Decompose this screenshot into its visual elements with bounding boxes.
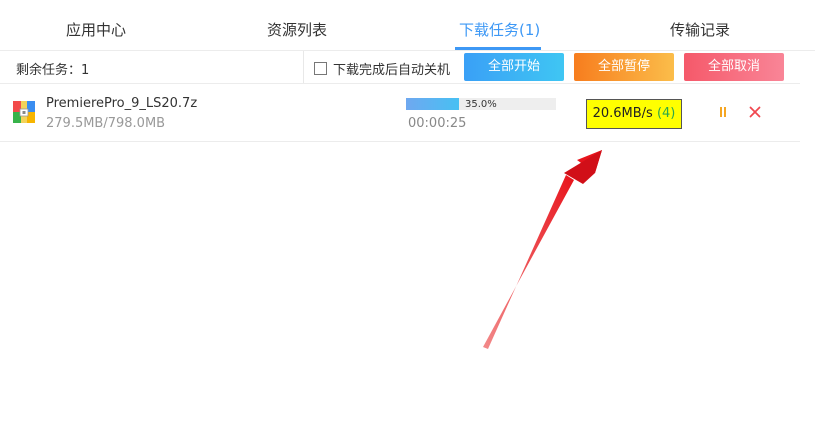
active-tab-indicator: [455, 47, 541, 50]
file-name: PremierePro_9_LS20.7z: [46, 96, 198, 111]
file-size: 279.5MB/798.0MB: [46, 116, 166, 131]
connection-count: (4): [656, 106, 676, 121]
toolbar-divider: [303, 51, 304, 83]
progress-bar-fill: [406, 98, 459, 110]
download-manager-window: 应用中心 资源列表 下载任务(1) 传输记录 剩余任务：1 下载完成后自动关机 …: [0, 0, 815, 424]
tab-bar: 应用中心 资源列表 下载任务(1) 传输记录: [0, 0, 815, 51]
remaining-tasks-label: 剩余任务：1: [16, 63, 90, 78]
task-toolbar: 剩余任务：1 下载完成后自动关机 全部开始 全部暂停 全部取消: [0, 51, 800, 84]
archive-file-icon: [13, 101, 35, 123]
elapsed-time: 00:00:25: [408, 116, 467, 131]
tab-app-center[interactable]: 应用中心: [66, 0, 126, 50]
close-icon[interactable]: [749, 106, 761, 118]
tab-download-tasks[interactable]: 下载任务(1): [459, 0, 540, 50]
auto-shutdown-checkbox[interactable]: [314, 62, 327, 75]
cancel-all-button[interactable]: 全部取消: [684, 53, 784, 81]
progress-percent: 35.0%: [465, 99, 497, 110]
auto-shutdown-label: 下载完成后自动关机: [333, 63, 451, 78]
tab-transfer-records[interactable]: 传输记录: [670, 0, 730, 50]
start-all-button[interactable]: 全部开始: [464, 53, 564, 81]
pause-icon[interactable]: [718, 106, 728, 118]
speed-value: 20.6MB/s: [592, 106, 653, 121]
auto-shutdown-option[interactable]: 下载完成后自动关机: [314, 59, 450, 78]
download-speed: 20.6MB/s (4): [586, 99, 682, 129]
pause-all-button[interactable]: 全部暂停: [574, 53, 674, 81]
tab-resource-list[interactable]: 资源列表: [267, 0, 327, 50]
download-task-row: PremierePro_9_LS20.7z 279.5MB/798.0MB 35…: [0, 84, 800, 142]
